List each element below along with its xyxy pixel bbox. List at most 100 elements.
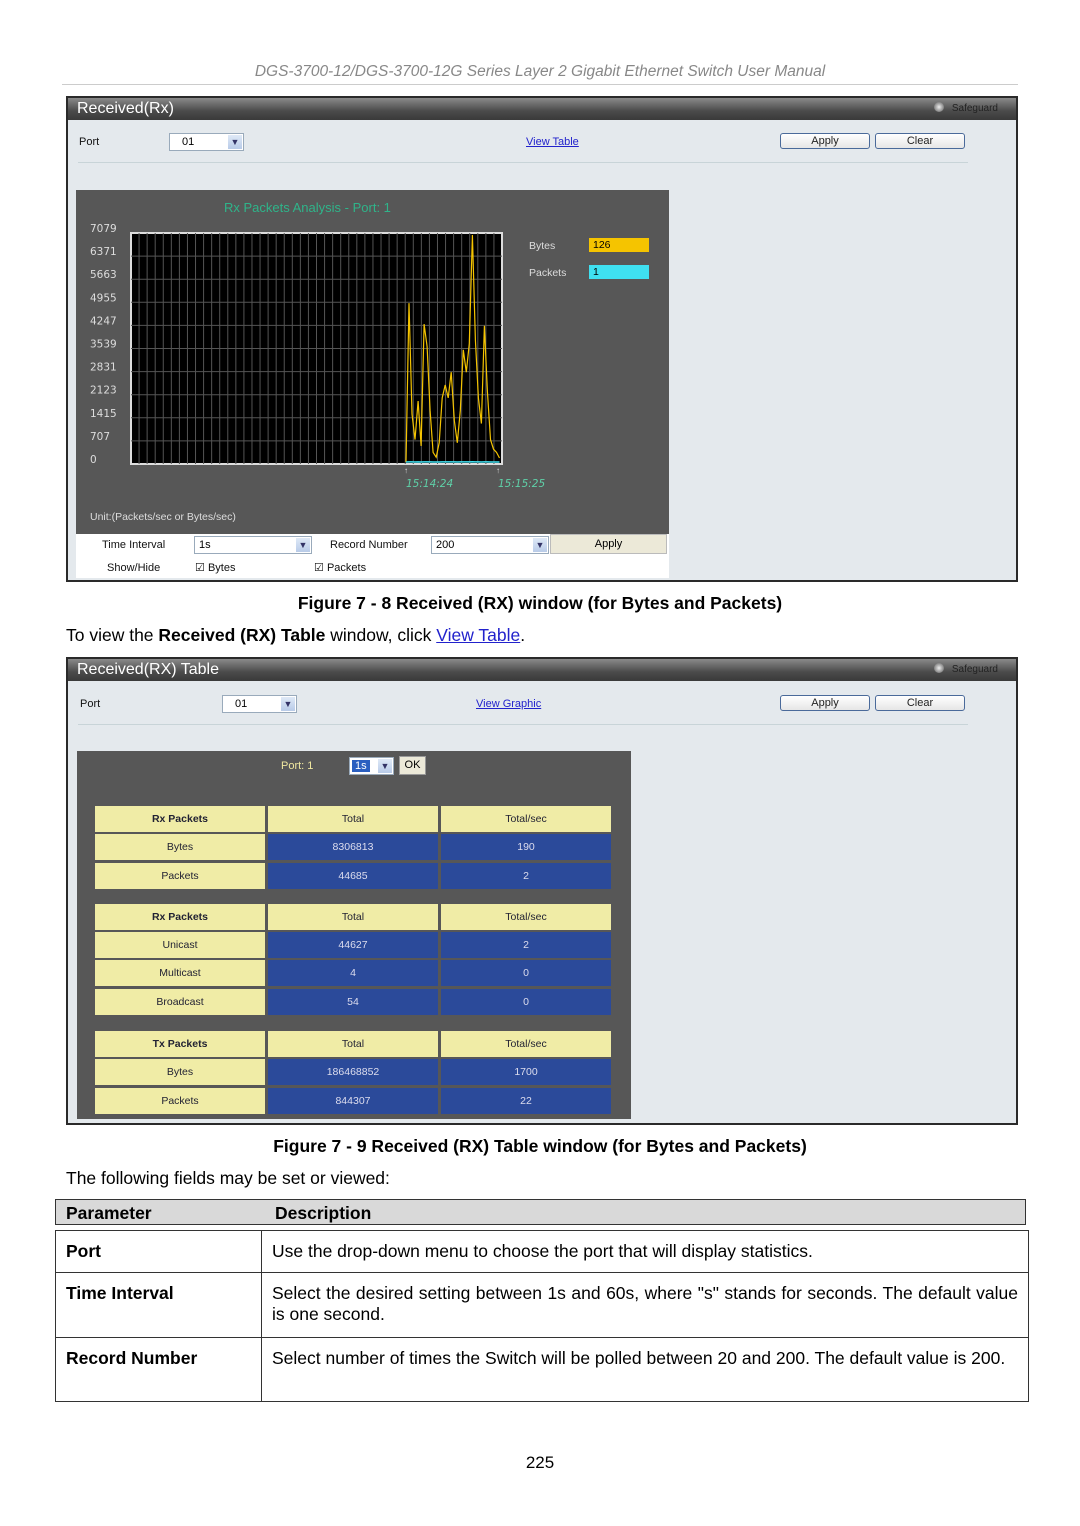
- table-row: Port Use the drop-down menu to choose the…: [55, 1230, 1029, 1273]
- view-table-doc-link[interactable]: View Table: [436, 625, 520, 645]
- apply-button[interactable]: Apply: [780, 133, 870, 149]
- rx-chart: 7079 6371 5663 4955 4247 3539 2831 2123 1415 707 0…: [90, 223, 545, 490]
- y-tick-label: 1415: [90, 408, 117, 420]
- received-rx-table-window: Received(RX) Table Safeguard Port 01 ▼ Vi…: [66, 657, 1018, 1125]
- table-header-cell: Rx Packets: [95, 806, 265, 832]
- title-bar: Received(RX) Table Safeguard: [68, 659, 1016, 681]
- y-tick-label: 4955: [90, 292, 117, 304]
- time-interval-label: Time Interval: [102, 539, 166, 551]
- param-desc: Select number of times the Switch will b…: [261, 1337, 1029, 1402]
- title-bar: Received(Rx) Safeguard: [68, 98, 1016, 120]
- table-header-cell: Total: [268, 904, 438, 930]
- stats-panel: Port: 1 1s ▼ OK Rx Packets Total Total/sec B…: [77, 751, 631, 1119]
- bytes-checkbox[interactable]: ☑ Bytes: [195, 561, 235, 574]
- x-tick-label: 15:14:24: [406, 478, 453, 490]
- y-tick-label: 6371: [90, 246, 117, 258]
- param-desc: Select the desired setting between 1s an…: [261, 1272, 1029, 1338]
- chart-controls: Time Interval 1s ▼ Record Number 200 ▼ App…: [76, 534, 669, 578]
- received-rx-window: Received(Rx) Safeguard Port 01 ▼ View Tab…: [66, 96, 1018, 582]
- safeguard-label: Safeguard: [951, 664, 998, 675]
- table-cell: 44685: [268, 863, 438, 889]
- table-cell: 0: [441, 960, 611, 986]
- table-header-cell: Total/sec: [441, 806, 611, 832]
- port-label: Port: [80, 698, 101, 710]
- interval-select[interactable]: 1s ▼: [349, 757, 394, 775]
- y-tick-label: 0: [90, 454, 97, 466]
- y-tick-label: 2831: [90, 362, 117, 374]
- safeguard-icon: [933, 102, 944, 112]
- time-marker-icon: ↑: [404, 466, 408, 475]
- row-label: Unicast: [95, 932, 265, 958]
- instruction-paragraph: To view the Received (RX) Table window, …: [66, 625, 526, 645]
- packets-checkbox[interactable]: ☑ Packets: [314, 561, 366, 574]
- safeguard-label: Safeguard: [951, 103, 998, 114]
- header-parameter: Parameter: [66, 1203, 152, 1223]
- row-label: Packets: [95, 863, 265, 889]
- apply-button[interactable]: Apply: [780, 695, 870, 711]
- table-header-cell: Total/sec: [441, 1031, 611, 1057]
- y-tick-label: 707: [90, 431, 110, 443]
- show-hide-label: Show/Hide: [107, 562, 161, 574]
- ok-button[interactable]: OK: [399, 756, 426, 775]
- safeguard-icon: [933, 663, 944, 673]
- legend-bytes-label: Bytes: [529, 240, 556, 252]
- table-header-cell: Total/sec: [441, 904, 611, 930]
- chart-panel: Rx Packets Analysis - Port: 1 7079 6371 56…: [76, 190, 669, 534]
- legend-packets-value: 1: [589, 265, 649, 279]
- table-header-cell: Total: [268, 1031, 438, 1057]
- port-select[interactable]: 01 ▼: [222, 695, 297, 713]
- table-row: Time Interval Select the desired setting …: [55, 1272, 1029, 1338]
- chevron-down-icon: ▼: [296, 538, 310, 552]
- table-cell: 44627: [268, 932, 438, 958]
- y-tick-label: 3539: [90, 339, 117, 351]
- legend-bytes-value: 126: [589, 238, 649, 252]
- safeguard-indicator: Safeguard: [933, 663, 998, 677]
- safeguard-indicator: Safeguard: [933, 102, 998, 116]
- y-tick-label: 4247: [90, 315, 117, 327]
- param-table-header: Parameter Description: [55, 1199, 1026, 1225]
- param-name: Port: [55, 1230, 262, 1273]
- clear-button[interactable]: Clear: [875, 133, 965, 149]
- chevron-down-icon: ▼: [533, 538, 547, 552]
- table-header-cell: Tx Packets: [95, 1031, 265, 1057]
- time-marker-icon: ↑: [496, 466, 500, 475]
- checkbox-checked-icon: ☑: [314, 562, 324, 574]
- port-select[interactable]: 01 ▼: [169, 133, 244, 151]
- table-cell: 186468852: [268, 1059, 438, 1085]
- record-number-label: Record Number: [330, 539, 408, 551]
- x-tick-label: 15:15:25: [498, 478, 545, 490]
- port-heading: Port: 1: [281, 760, 314, 772]
- port-label: Port: [79, 136, 100, 148]
- window-title: Received(RX) Table: [77, 661, 219, 678]
- view-graphic-link[interactable]: View Graphic: [476, 698, 541, 710]
- unit-label: Unit:(Packets/sec or Bytes/sec): [90, 511, 236, 523]
- divider: [78, 724, 968, 725]
- page-number: 225: [525, 1453, 555, 1472]
- header-divider: [62, 84, 1018, 85]
- figure-caption-2: Figure 7 - 9 Received (RX) Table window …: [273, 1136, 807, 1156]
- window-title: Received(Rx): [77, 100, 174, 117]
- table-row: Record Number Select number of times the …: [55, 1337, 1029, 1402]
- header-description: Description: [275, 1203, 372, 1223]
- row-label: Multicast: [95, 960, 265, 986]
- table-cell: 0: [441, 989, 611, 1015]
- table-cell: 1700: [441, 1059, 611, 1085]
- y-tick-label: 7079: [90, 223, 117, 235]
- row-label: Bytes: [95, 834, 265, 860]
- table-header-cell: Rx Packets: [95, 904, 265, 930]
- table-header-cell: Total: [268, 806, 438, 832]
- view-table-link[interactable]: View Table: [526, 136, 579, 148]
- record-number-select[interactable]: 200 ▼: [431, 536, 549, 554]
- legend-packets-label: Packets: [529, 267, 567, 279]
- table-cell: 22: [441, 1088, 611, 1114]
- time-interval-select[interactable]: 1s ▼: [194, 536, 312, 554]
- clear-button[interactable]: Clear: [875, 695, 965, 711]
- page-header: DGS-3700-12/DGS-3700-12G Series Layer 2 …: [254, 63, 826, 80]
- param-name: Time Interval: [55, 1272, 262, 1338]
- chart-apply-button[interactable]: Apply: [550, 534, 667, 554]
- row-label: Broadcast: [95, 989, 265, 1015]
- param-name: Record Number: [55, 1337, 262, 1402]
- table-cell: 844307: [268, 1088, 438, 1114]
- table-cell: 8306813: [268, 834, 438, 860]
- chevron-down-icon: ▼: [378, 759, 392, 773]
